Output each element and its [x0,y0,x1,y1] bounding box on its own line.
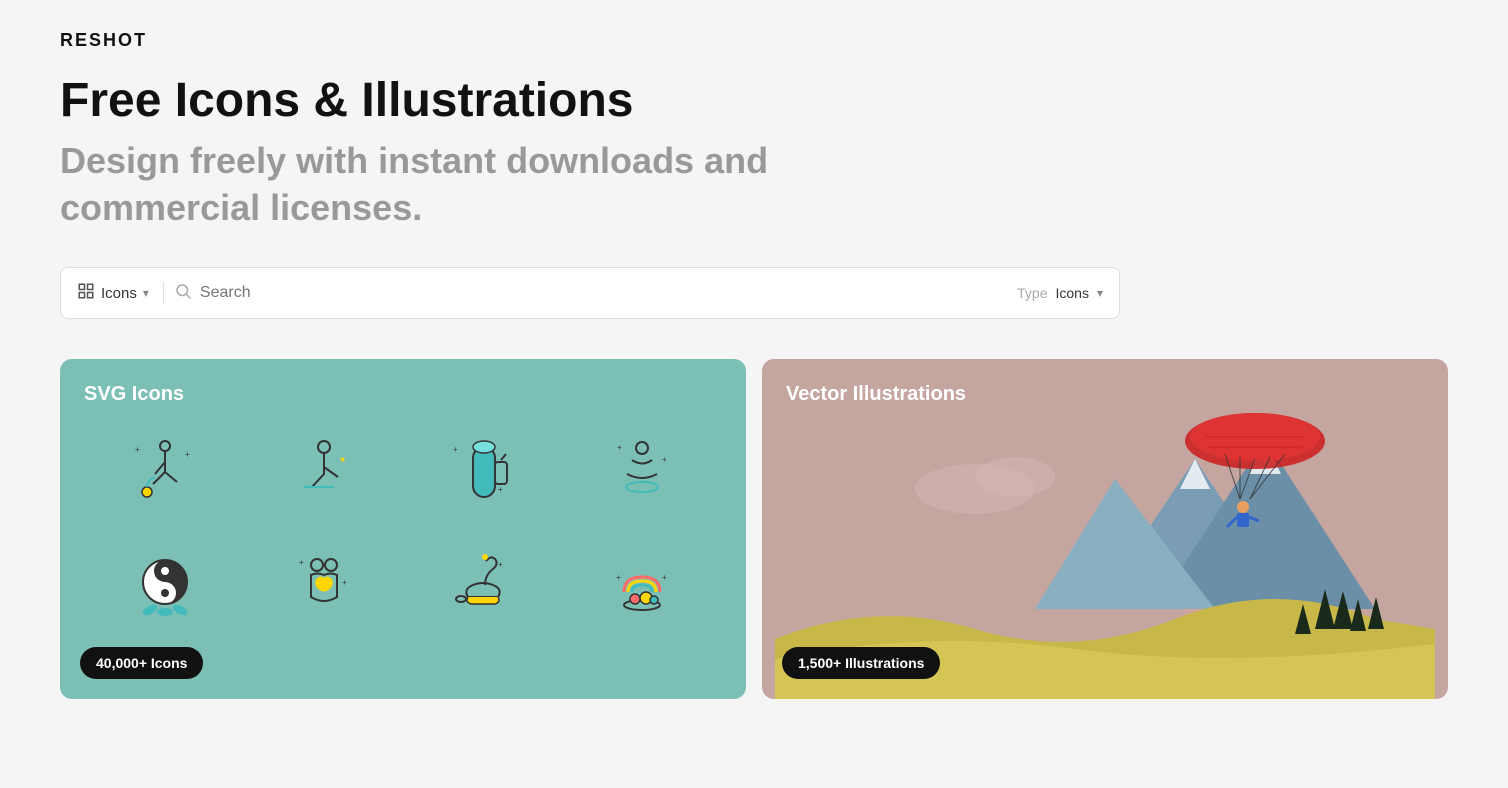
type-dropdown-label: Icons [101,285,137,302]
svg-icons-badge: 40,000+ Icons [80,647,203,679]
svg-text:+: + [616,573,621,582]
chevron-down-icon: ▾ [143,286,149,300]
svg-icons-card[interactable]: SVG Icons + + [60,359,746,699]
type-filter-chevron-icon: ▾ [1097,286,1103,300]
search-bar: Icons ▾ Type Icons ▾ [60,267,1120,319]
svg-text:★: ★ [339,455,346,464]
vector-illustrations-badge: 1,500+ Illustrations [782,647,940,679]
svg-text:+: + [342,578,347,587]
yin-yang-icon [115,537,215,637]
search-input[interactable] [200,284,1007,302]
svg-text:+: + [662,455,667,464]
type-dropdown[interactable]: Icons ▾ [77,282,164,305]
icons-type-icon [77,282,95,305]
roll-icon: + + [433,422,533,522]
search-magnifier-icon [174,282,192,305]
genie-lamp-icon: + [433,537,533,637]
svg-text:+: + [662,573,667,582]
svg-text:+: + [617,443,622,452]
svg-text:+: + [299,558,304,567]
svg-text:+: + [135,445,140,454]
rainbow-fruit-icon: + + [592,537,692,637]
search-input-wrapper [174,282,1007,305]
vector-illustrations-card[interactable]: Vector Illustrations [762,359,1448,699]
cards-row: SVG Icons + + [60,359,1448,699]
hero-title: Free Icons & Illustrations [60,75,1448,128]
hero-subtitle: Design freely with instant downloads and… [60,138,1448,232]
svg-text:+: + [498,560,503,569]
svg-text:+: + [498,485,503,494]
svg-icons-title: SVG Icons [84,383,184,406]
workout-icon: ★ [274,422,374,522]
meditation-icon: + + [592,422,692,522]
type-filter[interactable]: Type Icons ▾ [1017,285,1103,301]
svg-text:+: + [453,445,458,454]
family-heart-icon: + + [274,537,374,637]
logo[interactable]: RESHOT [60,30,1448,51]
svg-text:+: + [185,450,190,459]
yoga-icon: + + [115,422,215,522]
type-filter-value: Icons [1056,285,1089,301]
type-filter-label: Type [1017,285,1047,301]
